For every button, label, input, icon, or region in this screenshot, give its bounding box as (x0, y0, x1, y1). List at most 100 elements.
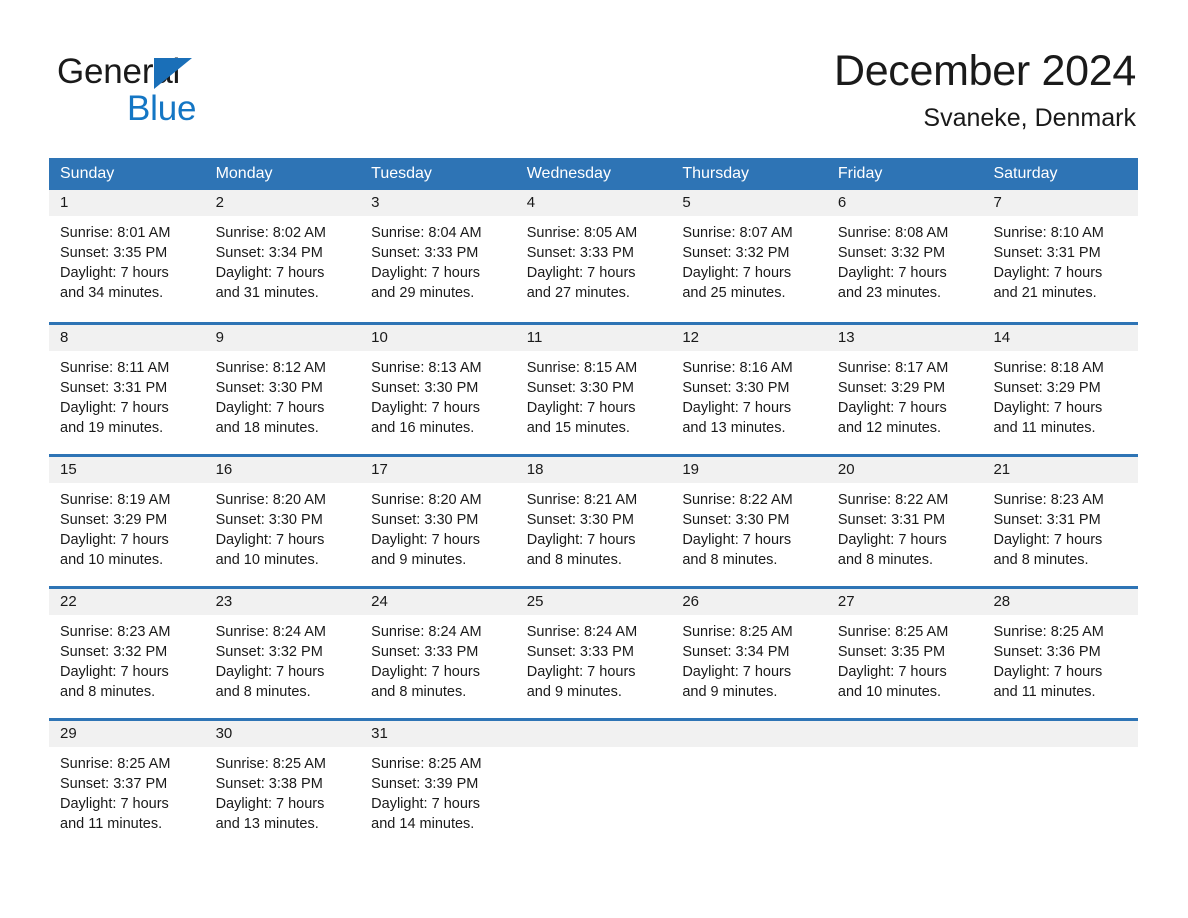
sunset-text: Sunset: 3:32 PM (215, 644, 323, 660)
day-details: Sunrise: 8:05 AM Sunset: 3:33 PM Daylight:… (516, 216, 672, 303)
daylight-text-line2: and 10 minutes. (215, 552, 319, 568)
day-number: 9 (215, 329, 224, 346)
daylight-text-line1: Daylight: 7 hours (682, 532, 792, 548)
sunset-text: Sunset: 3:31 PM (993, 512, 1101, 528)
day-number: 13 (837, 329, 855, 346)
calendar-day-cell[interactable]: 31 Sunrise: 8:25 AM Sunset: 3:39 PM Dayligh… (360, 721, 516, 850)
sunrise-text: Sunrise: 8:25 AM (371, 756, 482, 772)
general-blue-logo[interactable]: General Blue (57, 52, 397, 132)
sunrise-text: Sunrise: 8:15 AM (526, 360, 638, 376)
daylight-text-line1: Daylight: 7 hours (682, 265, 792, 281)
sunrise-text: Sunrise: 8:13 AM (371, 360, 482, 376)
sunrise-text: Sunrise: 8:20 AM (215, 492, 326, 508)
daylight-text-line2: and 27 minutes. (526, 285, 630, 301)
daylight-text-line1: Daylight: 7 hours (60, 796, 169, 812)
calendar-day-cell[interactable]: 25 Sunrise: 8:24 AM Sunset: 3:33 PM Dayligh… (515, 589, 672, 718)
daylight-text-line2: and 13 minutes. (682, 420, 786, 436)
sunset-text: Sunset: 3:33 PM (526, 245, 634, 261)
sunset-text: Sunset: 3:30 PM (526, 512, 634, 528)
day-number: 3 (371, 194, 380, 211)
daylight-text-line2: and 8 minutes. (682, 552, 778, 568)
sunrise-text: Sunrise: 8:16 AM (682, 360, 793, 376)
calendar-day-cell[interactable]: 20 Sunrise: 8:22 AM Sunset: 3:31 PM Dayligh… (826, 457, 983, 586)
daylight-text-line2: and 13 minutes. (215, 816, 319, 832)
daylight-text-line2: and 8 minutes. (837, 552, 934, 568)
calendar-day-cell[interactable]: 23 Sunrise: 8:24 AM Sunset: 3:32 PM Dayligh… (204, 589, 361, 718)
day-number-band: 20 (826, 457, 983, 483)
day-details: Sunrise: 8:25 AM Sunset: 3:35 PM Daylight:… (827, 615, 983, 702)
sunrise-text: Sunrise: 8:23 AM (60, 624, 171, 640)
day-number: 26 (682, 593, 699, 610)
day-number: 15 (60, 461, 77, 478)
calendar-day-cell[interactable]: 29 Sunrise: 8:25 AM Sunset: 3:37 PM Dayligh… (49, 721, 205, 850)
day-details (982, 747, 1138, 754)
daylight-text-line2: and 8 minutes. (215, 684, 311, 700)
calendar-day-cell[interactable]: 19 Sunrise: 8:22 AM Sunset: 3:30 PM Dayligh… (671, 457, 827, 586)
sunrise-text: Sunrise: 8:18 AM (993, 360, 1104, 376)
calendar-day-cell[interactable]: 12 Sunrise: 8:16 AM Sunset: 3:30 PM Dayligh… (671, 325, 827, 454)
day-number-band: 9 (204, 325, 361, 351)
daylight-text-line1: Daylight: 7 hours (993, 664, 1103, 680)
sunset-text: Sunset: 3:37 PM (60, 776, 168, 792)
calendar-day-cell[interactable]: 10 Sunrise: 8:13 AM Sunset: 3:30 PM Dayligh… (360, 325, 516, 454)
calendar-day-cell[interactable]: 9 Sunrise: 8:12 AM Sunset: 3:30 PM Daylight… (204, 325, 361, 454)
calendar-day-cell[interactable]: 1 Sunrise: 8:01 AM Sunset: 3:35 PM Daylight… (49, 190, 205, 322)
day-number-band: 18 (515, 457, 672, 483)
calendar-day-cell[interactable]: 5 Sunrise: 8:07 AM Sunset: 3:32 PM Daylight… (671, 190, 827, 322)
sunrise-text: Sunrise: 8:25 AM (993, 624, 1104, 640)
daylight-text-line2: and 16 minutes. (371, 420, 475, 436)
calendar-day-cell[interactable]: 4 Sunrise: 8:05 AM Sunset: 3:33 PM Daylight… (515, 190, 672, 322)
sunrise-text: Sunrise: 8:11 AM (60, 360, 170, 376)
sunrise-text: Sunrise: 8:17 AM (837, 360, 949, 376)
daylight-text-line2: and 12 minutes. (837, 420, 942, 436)
weekday-header-thursday: Thursday (682, 165, 750, 182)
daylight-text-line2: and 23 minutes. (837, 285, 942, 301)
day-number-band (826, 721, 983, 747)
calendar-day-cell[interactable]: 8 Sunrise: 8:11 AM Sunset: 3:31 PM Daylight… (49, 325, 205, 454)
calendar-day-cell[interactable]: 16 Sunrise: 8:20 AM Sunset: 3:30 PM Dayligh… (204, 457, 361, 586)
calendar-day-cell[interactable]: 15 Sunrise: 8:19 AM Sunset: 3:29 PM Dayligh… (49, 457, 205, 586)
day-number-band: 30 (204, 721, 361, 747)
sunset-text: Sunset: 3:34 PM (682, 644, 790, 660)
calendar-day-cell[interactable]: 30 Sunrise: 8:25 AM Sunset: 3:38 PM Dayligh… (204, 721, 361, 850)
sunrise-text: Sunrise: 8:08 AM (837, 225, 949, 241)
calendar-day-cell[interactable]: 6 Sunrise: 8:08 AM Sunset: 3:32 PM Daylight… (826, 190, 983, 322)
logo-bottom-row: Blue (57, 89, 397, 129)
calendar-day-cell[interactable]: 24 Sunrise: 8:24 AM Sunset: 3:33 PM Dayligh… (360, 589, 516, 718)
sunrise-text: Sunrise: 8:24 AM (371, 624, 482, 640)
calendar-day-cell[interactable]: 13 Sunrise: 8:17 AM Sunset: 3:29 PM Dayligh… (826, 325, 983, 454)
day-details: Sunrise: 8:16 AM Sunset: 3:30 PM Daylight:… (671, 351, 827, 438)
calendar-day-cell[interactable]: 3 Sunrise: 8:04 AM Sunset: 3:33 PM Daylight… (360, 190, 516, 322)
calendar-day-cell[interactable]: 22 Sunrise: 8:23 AM Sunset: 3:32 PM Dayligh… (49, 589, 205, 718)
daylight-text-line1: Daylight: 7 hours (837, 664, 947, 680)
calendar-day-cell[interactable]: 14 Sunrise: 8:18 AM Sunset: 3:29 PM Dayligh… (982, 325, 1139, 454)
daylight-text-line1: Daylight: 7 hours (837, 265, 947, 281)
day-number: 5 (682, 194, 691, 211)
day-number-band: 29 (49, 721, 205, 747)
logo-top-row: General (57, 52, 397, 92)
calendar-day-cell[interactable]: 27 Sunrise: 8:25 AM Sunset: 3:35 PM Dayligh… (826, 589, 983, 718)
calendar-day-cell[interactable]: 26 Sunrise: 8:25 AM Sunset: 3:34 PM Dayligh… (671, 589, 827, 718)
sunrise-text: Sunrise: 8:01 AM (60, 225, 171, 241)
day-number: 16 (215, 461, 233, 478)
weekday-header-saturday: Saturday (993, 165, 1058, 182)
sunrise-text: Sunrise: 8:25 AM (682, 624, 793, 640)
sunset-text: Sunset: 3:35 PM (60, 245, 168, 261)
calendar-day-cell[interactable]: 2 Sunrise: 8:02 AM Sunset: 3:34 PM Daylight… (204, 190, 361, 322)
calendar-day-cell[interactable]: 7 Sunrise: 8:10 AM Sunset: 3:31 PM Daylight… (982, 190, 1139, 322)
day-details: Sunrise: 8:24 AM Sunset: 3:32 PM Daylight:… (205, 615, 361, 702)
day-details: Sunrise: 8:23 AM Sunset: 3:31 PM Daylight:… (982, 483, 1138, 570)
calendar-day-cell[interactable]: 17 Sunrise: 8:20 AM Sunset: 3:30 PM Dayligh… (360, 457, 516, 586)
calendar-day-cell[interactable]: 21 Sunrise: 8:23 AM Sunset: 3:31 PM Dayligh… (982, 457, 1139, 586)
day-number: 11 (526, 329, 543, 346)
daylight-text-line1: Daylight: 7 hours (215, 400, 325, 416)
day-details (827, 747, 983, 754)
day-details: Sunrise: 8:02 AM Sunset: 3:34 PM Daylight:… (205, 216, 361, 303)
daylight-text-line2: and 34 minutes. (60, 285, 164, 301)
day-number-band: 2 (204, 190, 361, 216)
day-number-band: 19 (671, 457, 827, 483)
calendar-day-cell[interactable]: 28 Sunrise: 8:25 AM Sunset: 3:36 PM Dayligh… (982, 589, 1139, 718)
calendar-day-cell[interactable]: 18 Sunrise: 8:21 AM Sunset: 3:30 PM Dayligh… (515, 457, 672, 586)
day-number: 2 (215, 194, 224, 211)
calendar-day-cell[interactable]: 11 Sunrise: 8:15 AM Sunset: 3:30 PM Dayligh… (515, 325, 672, 454)
